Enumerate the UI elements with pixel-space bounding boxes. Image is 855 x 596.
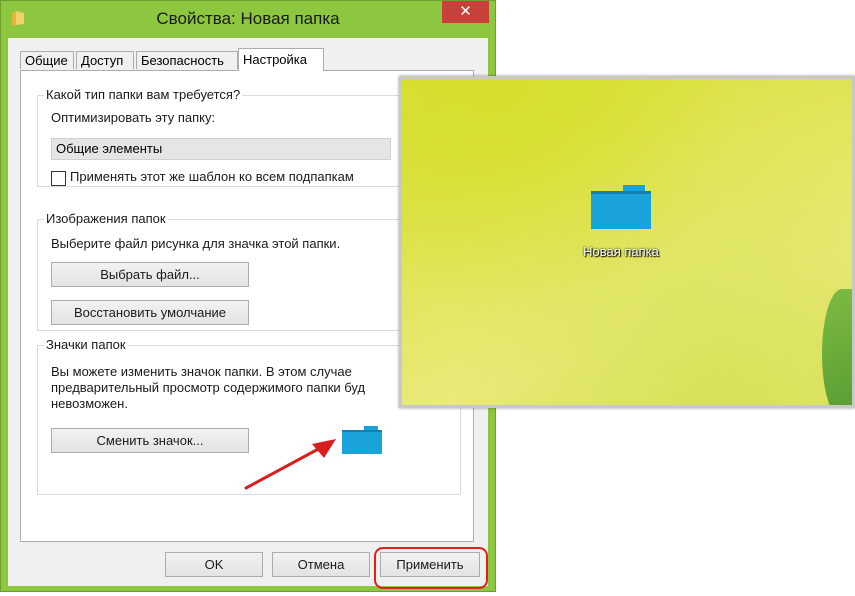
pictures-description: Выберите файл рисунка для значка этой па… (51, 236, 341, 251)
optimize-label: Оптимизировать эту папку: (51, 110, 216, 125)
folder-pictures-group: Изображения папок Выберите файл рисунка … (37, 211, 461, 331)
change-icon-button[interactable]: Сменить значок... (51, 428, 249, 453)
title-bar[interactable]: Свойства: Новая папка ✕ (1, 1, 495, 37)
apply-highlight-annotation (374, 547, 488, 589)
restore-default-button[interactable]: Восстановить умолчание (51, 300, 249, 325)
close-button[interactable]: ✕ (442, 1, 489, 23)
choose-file-button[interactable]: Выбрать файл... (51, 262, 249, 287)
desktop-folder-label[interactable]: Новая папка (562, 244, 680, 259)
desktop-preview: Новая папка (399, 76, 855, 408)
apply-subfolders-label: Применять этот же шаблон ко всем подпапк… (70, 169, 354, 184)
icons-description-line1: Вы можете изменить значок папки. В этом … (51, 364, 352, 379)
window-title: Свойства: Новая папка (156, 9, 340, 28)
tab-general[interactable]: Общие (20, 51, 74, 69)
icons-description-line3: невозможен. (51, 396, 128, 411)
cancel-button[interactable]: Отмена (272, 552, 370, 577)
group-title: Значки папок (44, 337, 128, 352)
tab-security[interactable]: Безопасность (136, 51, 238, 69)
folder-icon[interactable] (591, 185, 651, 229)
arrow-icon (244, 439, 336, 490)
folder-type-group: Какой тип папки вам требуется? Оптимизир… (37, 87, 461, 187)
tab-sharing[interactable]: Доступ (76, 51, 134, 69)
leaf-decoration (822, 289, 852, 405)
icons-description-line2: предварительный просмотр содержимого пап… (51, 380, 366, 395)
optimize-select[interactable]: Общие элементы (51, 138, 391, 160)
group-title: Изображения папок (44, 211, 168, 226)
ok-button[interactable]: OK (165, 552, 263, 577)
wallpaper: Новая папка (402, 79, 852, 405)
group-title: Какой тип папки вам требуется? (44, 87, 243, 102)
apply-subfolders-checkbox[interactable] (51, 171, 66, 186)
folder-icon (342, 426, 382, 454)
tab-customize[interactable]: Настройка (238, 48, 324, 71)
